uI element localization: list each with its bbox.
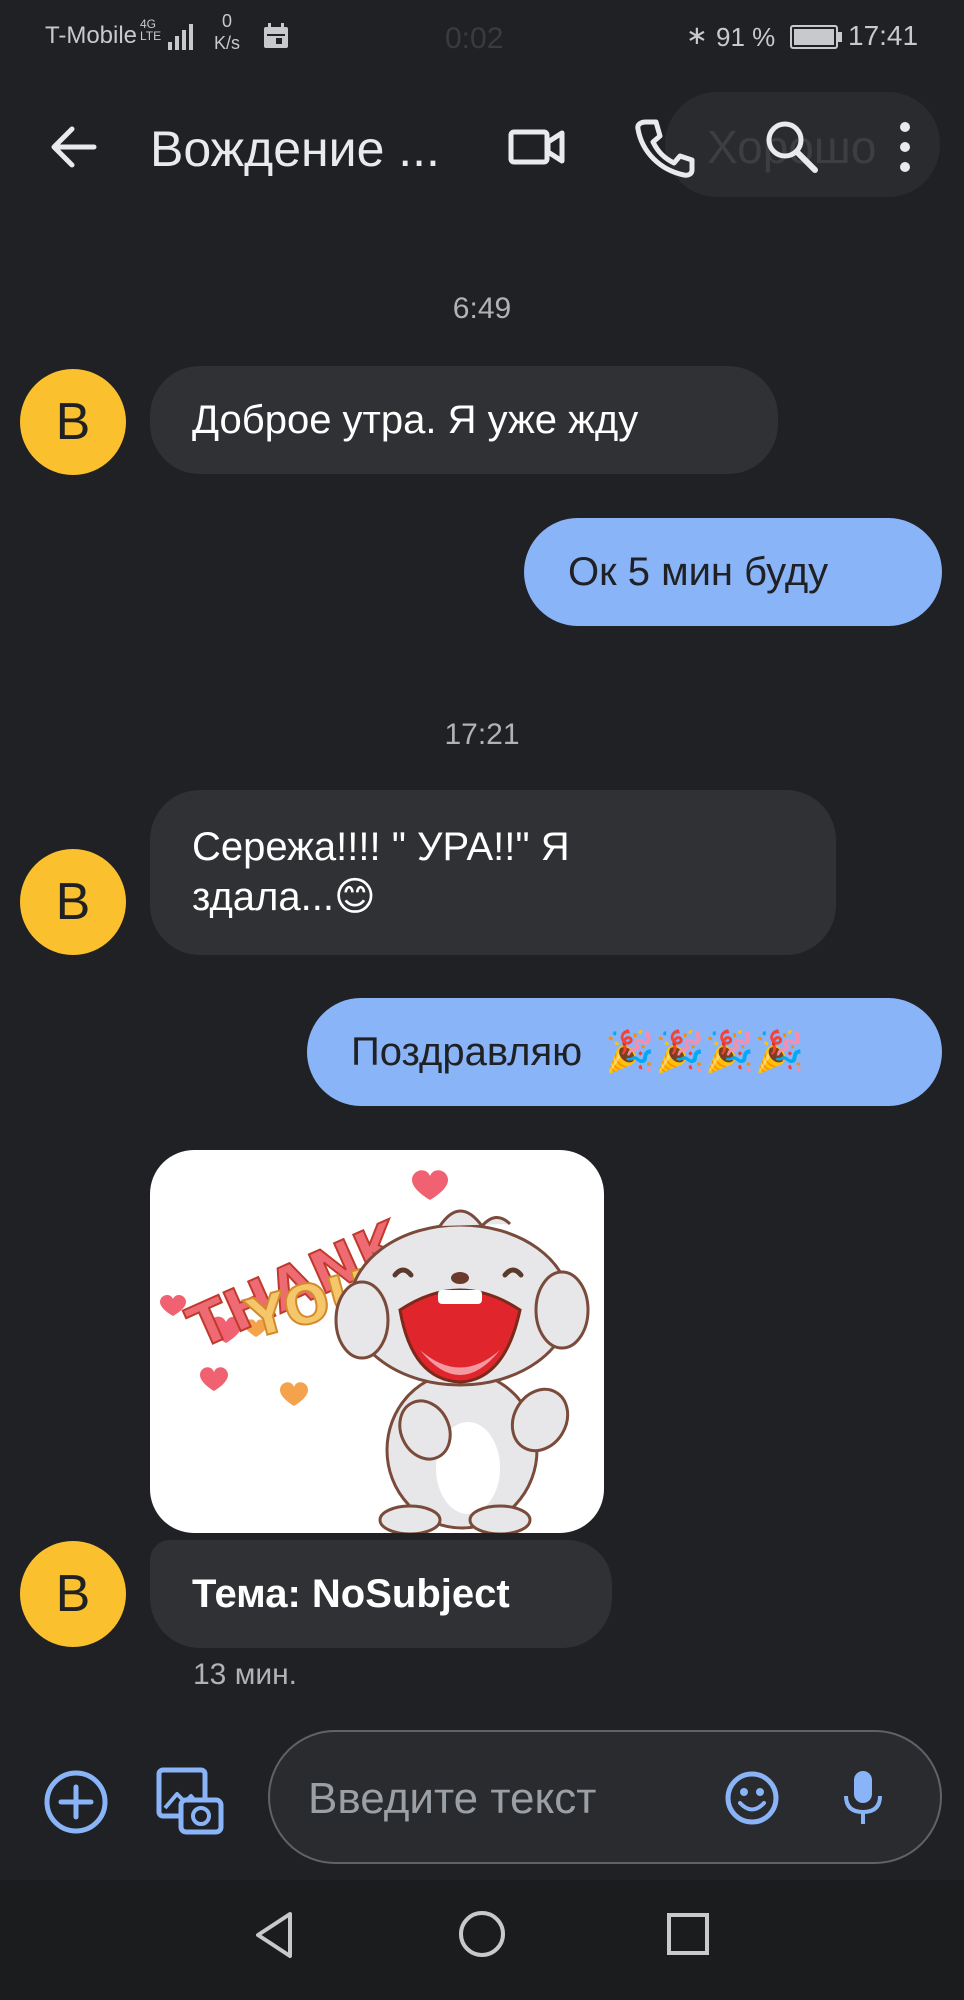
signal-icon — [168, 24, 193, 50]
sticker-seal-character — [334, 1209, 590, 1533]
message-timestamp: 17:21 — [444, 718, 520, 751]
conversation-title[interactable]: Вождение ... — [150, 120, 440, 178]
gallery-icon[interactable] — [155, 1766, 227, 1838]
battery-icon — [790, 25, 842, 49]
video-call-icon[interactable] — [502, 112, 572, 182]
nav-recents-icon[interactable] — [664, 1910, 712, 1958]
message-subject: Тема: NoSubject — [192, 1572, 510, 1616]
bluetooth-icon: ∗ — [686, 20, 708, 50]
app-bar: Хорошо Вождение ... — [0, 72, 964, 222]
network-speed: 0 K/s — [214, 11, 241, 53]
message-text: Ок 5 мин буду — [568, 550, 829, 594]
incoming-message[interactable]: Сережа!!!! " УРА!!" Я здала...😊 — [150, 790, 836, 955]
calendar-icon — [264, 23, 288, 48]
status-bar: T-Mobile 4G LTE 0 K/s 0:02 ∗ 91 % 17:41 — [0, 0, 964, 72]
nav-back-icon[interactable] — [250, 1908, 300, 1962]
carrier-label: T-Mobile — [45, 22, 138, 49]
contact-avatar[interactable]: B — [20, 369, 126, 475]
call-timer: 0:02 — [445, 22, 504, 55]
contact-avatar[interactable]: B — [20, 849, 126, 955]
party-popper-emoji: 🎉🎉🎉🎉 — [605, 1029, 805, 1075]
more-vert-icon[interactable] — [870, 112, 940, 182]
outgoing-message[interactable]: Поздравляю 🎉🎉🎉🎉 — [307, 998, 942, 1106]
message-text: Поздравляю — [351, 1030, 583, 1074]
incoming-message[interactable]: Тема: NoSubject — [150, 1540, 612, 1648]
message-text-line-1: Сережа!!!! " УРА!!" Я — [192, 825, 570, 869]
sticker-image[interactable]: THANK YOU — [150, 1150, 604, 1533]
incoming-message[interactable]: Доброе утра. Я уже жду — [150, 366, 778, 474]
message-text: Доброе утра. Я уже жду — [192, 398, 639, 442]
outgoing-message[interactable]: Ок 5 мин буду — [524, 518, 942, 626]
phone-icon[interactable] — [628, 112, 698, 182]
message-meta: 13 мин. — [193, 1658, 297, 1691]
message-text-line-2: здала... — [192, 875, 334, 919]
message-input-placeholder: Введите текст — [308, 1774, 597, 1823]
message-input[interactable]: Введите текст — [268, 1730, 942, 1864]
emoji-icon[interactable] — [724, 1770, 780, 1826]
battery-percent: 91 % — [716, 22, 776, 52]
search-icon[interactable] — [757, 112, 827, 182]
contact-avatar[interactable]: B — [20, 1541, 126, 1647]
back-arrow-icon[interactable] — [44, 122, 104, 172]
nav-home-icon[interactable] — [456, 1908, 508, 1960]
smiling-face-emoji: 😊 — [333, 874, 376, 920]
mic-icon[interactable] — [840, 1768, 886, 1828]
navigation-bar — [0, 1880, 964, 2000]
status-clock: 17:41 — [848, 20, 919, 51]
message-timestamp: 6:49 — [452, 292, 512, 325]
network-type: 4G LTE — [140, 17, 162, 43]
add-icon[interactable] — [42, 1768, 110, 1836]
